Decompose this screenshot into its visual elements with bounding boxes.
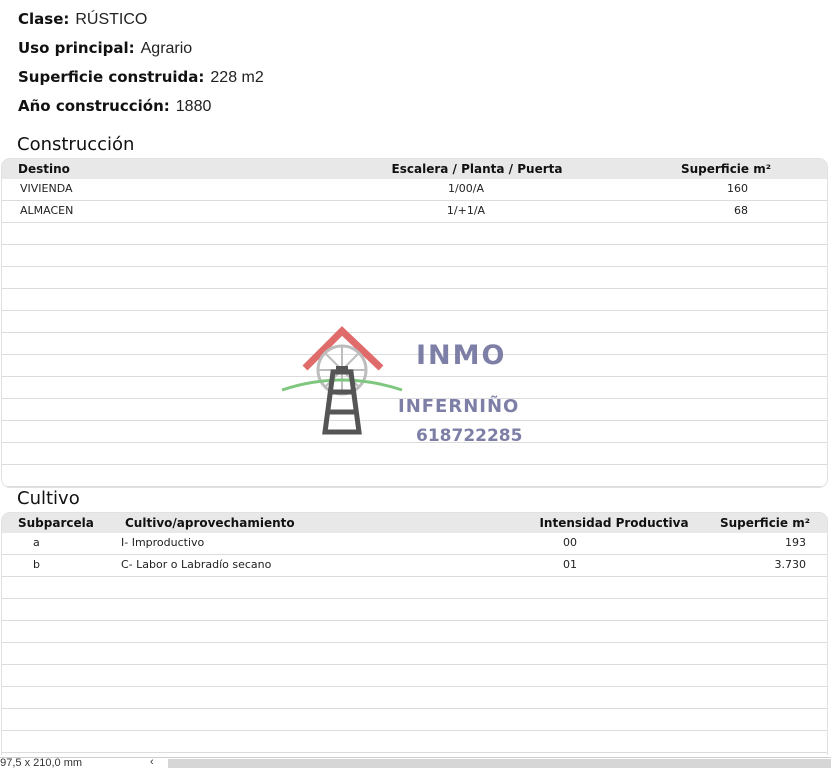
header-destino: Destino [18,162,70,176]
info-value: Agrario [140,40,193,57]
info-label: Superficie construida: [18,68,205,86]
info-label: Clase: [18,10,70,28]
info-ano-construccion: Año construcción: 1880 [18,95,264,124]
header-escalera: Escalera / Planta / Puerta [391,162,563,176]
info-uso-principal: Uso principal: Agrario [18,37,264,66]
empty-row [2,709,827,731]
cell-cultivo: C- Labor o Labradío secano [121,558,272,571]
watermark-name: INFERNIÑO [398,396,520,417]
cell-escalera: 1/+1/A [446,204,486,217]
empty-row [2,731,827,753]
cell-superficie: 3.730 [774,558,807,571]
cell-superficie: 160 [727,182,748,195]
info-value: 1880 [175,98,212,115]
info-value: RÚSTICO [75,11,148,28]
table-row: b C- Labor o Labradío secano 01 3.730 [2,555,827,577]
scroll-left-arrow-icon[interactable]: ‹ [150,756,154,768]
table-row: VIVIENDA 1/00/A 160 [2,179,827,201]
cultivo-title: Cultivo [17,488,80,509]
house-tower-logo-icon [281,326,403,435]
cell-intensidad: 00 [563,536,577,549]
watermark: INMO INFERNIÑO 618722285 [278,322,550,452]
cultivo-header-row: Subparcela Cultivo/aprovechamiento Inten… [2,513,827,533]
empty-row [2,643,827,665]
status-bar: 297,5 x 210,0 mm ‹ [0,756,831,769]
info-clase: Clase: RÚSTICO [18,8,264,37]
empty-row [2,267,827,289]
horizontal-scrollbar[interactable] [168,759,831,768]
property-info: Clase: RÚSTICO Uso principal: Agrario Supe… [18,8,264,124]
info-label: Uso principal: [18,39,135,57]
table-row: ALMACEN 1/+1/A 68 [2,201,827,223]
construccion-title: Construcción [17,134,135,155]
empty-row [2,223,827,245]
header-superficie: Superficie m² [719,516,810,530]
info-label: Año construcción: [18,97,170,115]
cell-destino: VIVIENDA [20,182,73,195]
construccion-header-row: Destino Escalera / Planta / Puerta Super… [2,159,827,179]
header-cultivo: Cultivo/aprovechamiento [125,516,295,530]
empty-row [2,289,827,311]
header-subparcela: Subparcela [18,516,94,530]
empty-row [2,245,827,267]
table-row: a I- Improductivo 00 193 [2,533,827,555]
empty-row [2,599,827,621]
header-superficie: Superficie m² [680,162,771,176]
cell-subparcela: b [33,558,40,571]
empty-row [2,621,827,643]
page-size-label: 297,5 x 210,0 mm [0,757,83,769]
watermark-phone: 618722285 [416,426,523,446]
empty-row [2,665,827,687]
cell-destino: ALMACEN [20,204,74,217]
cell-cultivo: I- Improductivo [121,536,205,549]
cultivo-table: Subparcela Cultivo/aprovechamiento Inten… [1,512,828,755]
empty-row [2,465,827,487]
cell-intensidad: 01 [563,558,577,571]
cell-superficie: 68 [734,204,748,217]
header-intensidad: Intensidad Productiva [539,516,689,530]
cell-subparcela: a [33,536,40,549]
cell-superficie: 193 [785,536,806,549]
info-value: 228 m2 [210,69,264,86]
empty-row [2,687,827,709]
cell-escalera: 1/00/A [448,182,484,195]
info-superficie-construida: Superficie construida: 228 m2 [18,66,264,95]
watermark-brand: INMO [416,340,507,371]
empty-row [2,577,827,599]
